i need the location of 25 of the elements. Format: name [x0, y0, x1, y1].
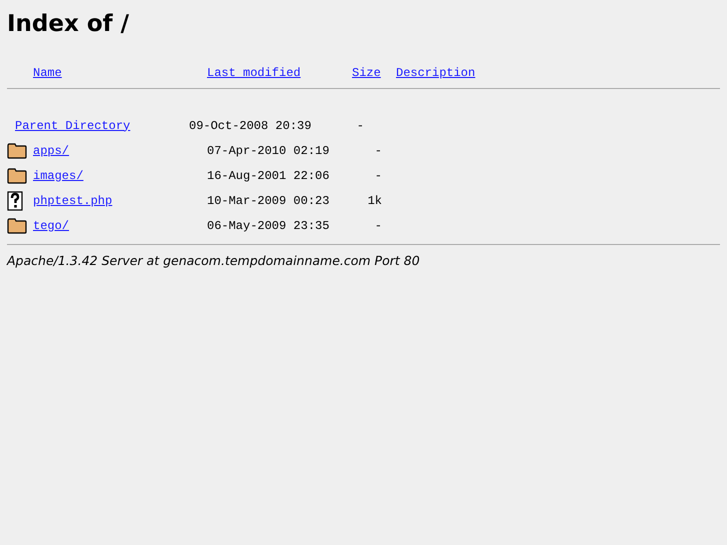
- file-size: 1k: [366, 194, 382, 208]
- unknown-file-icon: [7, 190, 23, 210]
- file-link[interactable]: tego/: [33, 218, 70, 232]
- file-link[interactable]: images/: [33, 168, 84, 182]
- file-size: -: [374, 144, 382, 158]
- file-size: -: [356, 118, 364, 132]
- file-size: -: [374, 218, 382, 232]
- file-size: -: [374, 168, 382, 182]
- column-header-link[interactable]: Last modified: [207, 66, 301, 80]
- file-link[interactable]: Parent Directory: [15, 118, 130, 132]
- modified-date: 06-May-2009 23:35: [207, 218, 327, 232]
- modified-date: 09-Oct-2008 20:39: [189, 118, 309, 132]
- modified-date: 16-Aug-2001 22:06: [207, 168, 327, 182]
- page-title: Index of /: [7, 10, 130, 39]
- server-signature: Apache/1.3.42 Server at genacom.tempdomainname.com Port 80: [7, 253, 421, 268]
- folder-icon: [7, 168, 27, 184]
- column-header-link[interactable]: Size: [352, 66, 381, 80]
- folder-icon: [7, 218, 27, 234]
- file-link[interactable]: phptest.php: [33, 194, 112, 208]
- column-header-link[interactable]: Name: [33, 66, 62, 80]
- modified-date: 10-Mar-2009 00:23: [207, 194, 327, 208]
- file-link[interactable]: apps/: [33, 144, 70, 158]
- column-header-link[interactable]: Description: [396, 66, 476, 80]
- modified-date: 07-Apr-2010 02:19: [207, 144, 327, 158]
- folder-icon: [7, 142, 27, 158]
